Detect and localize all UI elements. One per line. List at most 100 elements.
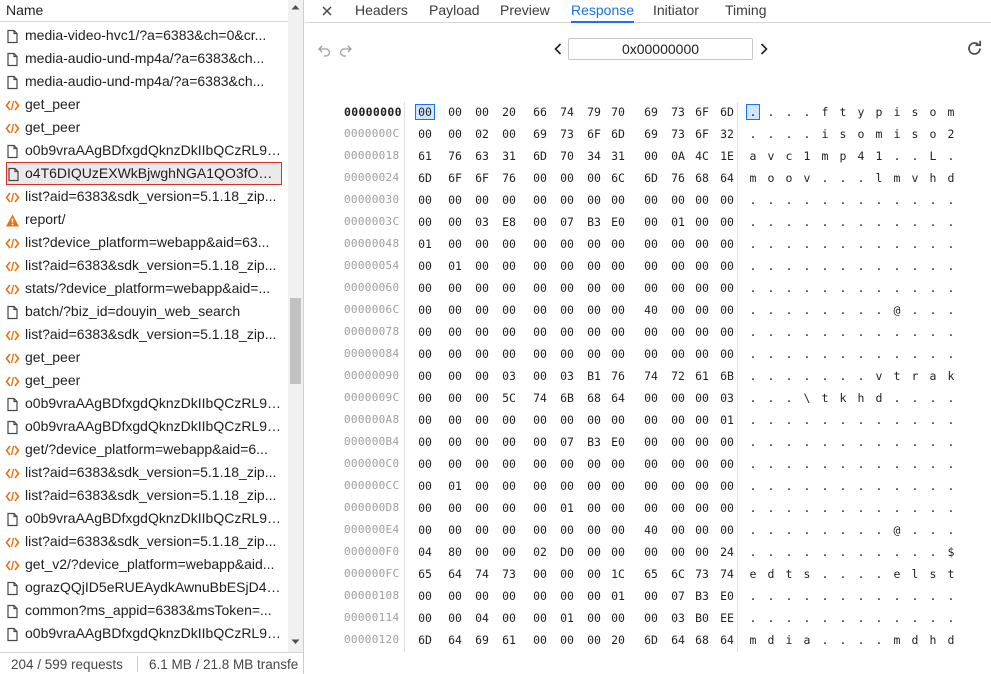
hex-byte[interactable]: 00	[669, 347, 687, 361]
ascii-char[interactable]: .	[873, 545, 885, 559]
ascii-char[interactable]: .	[891, 215, 903, 229]
ascii-char[interactable]: .	[873, 281, 885, 295]
hex-byte[interactable]: 00	[609, 347, 627, 361]
hex-byte[interactable]: 00	[718, 479, 736, 493]
hex-byte[interactable]: 73	[558, 127, 576, 141]
ascii-char[interactable]: .	[747, 545, 759, 559]
hex-byte[interactable]: 00	[415, 104, 435, 120]
ascii-char[interactable]: .	[783, 303, 795, 317]
ascii-char[interactable]: .	[819, 171, 831, 185]
hex-byte[interactable]: 03	[718, 391, 736, 405]
ascii-char[interactable]: .	[891, 457, 903, 471]
ascii-char[interactable]: .	[891, 237, 903, 251]
scrollbar-thumb[interactable]	[290, 298, 301, 384]
hex-byte[interactable]: 00	[718, 259, 736, 273]
hex-byte[interactable]: 00	[642, 501, 660, 515]
hex-byte[interactable]: 01	[558, 501, 576, 515]
hex-byte[interactable]: 00	[642, 347, 660, 361]
ascii-char[interactable]: s	[801, 567, 813, 581]
hex-byte[interactable]: 00	[669, 281, 687, 295]
hex-byte[interactable]: 00	[531, 259, 549, 273]
ascii-char[interactable]: .	[891, 435, 903, 449]
ascii-char[interactable]: .	[945, 479, 957, 493]
ascii-char[interactable]: .	[945, 259, 957, 273]
ascii-char[interactable]: d	[909, 633, 921, 647]
hex-byte[interactable]: E8	[500, 215, 518, 229]
address-input[interactable]	[568, 38, 753, 60]
ascii-char[interactable]: .	[837, 545, 849, 559]
ascii-char[interactable]: .	[909, 193, 921, 207]
hex-byte[interactable]: 01	[416, 237, 434, 251]
ascii-char[interactable]: .	[819, 347, 831, 361]
hex-byte[interactable]: 00	[585, 413, 603, 427]
request-row[interactable]: o4T6DIQUzEXWkBjwghNGA1QO3fO1P...	[6, 162, 282, 185]
ascii-char[interactable]: d	[945, 171, 957, 185]
ascii-char[interactable]: .	[765, 193, 777, 207]
hex-byte[interactable]: 00	[416, 325, 434, 339]
ascii-char[interactable]: m	[747, 171, 759, 185]
ascii-char[interactable]: .	[873, 215, 885, 229]
hex-byte[interactable]: 63	[473, 149, 491, 163]
ascii-char[interactable]: .	[945, 523, 957, 537]
hex-byte[interactable]: 00	[669, 303, 687, 317]
hex-byte[interactable]: 00	[585, 171, 603, 185]
hex-byte[interactable]: 6D	[531, 149, 549, 163]
ascii-char[interactable]: .	[891, 281, 903, 295]
hex-byte[interactable]: 00	[642, 237, 660, 251]
ascii-char[interactable]: .	[927, 435, 939, 449]
ascii-char[interactable]: .	[909, 281, 921, 295]
ascii-char[interactable]: .	[873, 193, 885, 207]
request-row[interactable]: o0b9vraAAgBDfxgdQknzDkIIbQCzRL9y...	[0, 392, 288, 415]
request-row[interactable]: list?aid=6383&sdk_version=5.1.18_zip...	[0, 530, 288, 553]
close-icon[interactable]	[319, 3, 335, 19]
hex-byte[interactable]: 00	[446, 457, 464, 471]
hex-byte[interactable]: 00	[558, 589, 576, 603]
hex-byte[interactable]: 02	[473, 127, 491, 141]
ascii-char[interactable]: s	[909, 127, 921, 141]
hex-byte[interactable]: 00	[531, 633, 549, 647]
hex-byte[interactable]: 00	[693, 303, 711, 317]
tab-preview[interactable]: Preview	[500, 0, 550, 23]
ascii-char[interactable]: \	[801, 391, 813, 405]
hex-byte[interactable]: 00	[446, 413, 464, 427]
hex-byte[interactable]: 00	[416, 303, 434, 317]
ascii-char[interactable]: .	[873, 325, 885, 339]
ascii-char[interactable]: .	[801, 325, 813, 339]
request-row[interactable]: o0b9vraAAgBDfxgdQknzDkIIbQCzRL9y...	[0, 139, 288, 162]
ascii-char[interactable]: .	[765, 457, 777, 471]
ascii-char[interactable]: 1	[873, 149, 885, 163]
ascii-char[interactable]: .	[855, 347, 867, 361]
hex-byte[interactable]: 00	[693, 523, 711, 537]
hex-byte[interactable]: 00	[669, 479, 687, 493]
ascii-char[interactable]: m	[891, 171, 903, 185]
hex-byte[interactable]: 00	[446, 215, 464, 229]
hex-byte[interactable]: 6F	[446, 171, 464, 185]
hex-byte[interactable]: 00	[693, 545, 711, 559]
ascii-char[interactable]: .	[873, 237, 885, 251]
hex-byte[interactable]: 61	[693, 369, 711, 383]
ascii-char[interactable]: .	[783, 479, 795, 493]
hex-byte[interactable]: 00	[585, 347, 603, 361]
ascii-char[interactable]: .	[909, 303, 921, 317]
hex-byte[interactable]: 32	[718, 127, 736, 141]
ascii-char[interactable]: .	[765, 281, 777, 295]
ascii-char[interactable]: .	[855, 171, 867, 185]
hex-byte[interactable]: 00	[473, 589, 491, 603]
ascii-char[interactable]: .	[945, 611, 957, 625]
ascii-char[interactable]: .	[873, 435, 885, 449]
ascii-char[interactable]: .	[945, 281, 957, 295]
ascii-char[interactable]: .	[819, 369, 831, 383]
ascii-char[interactable]: .	[927, 215, 939, 229]
hex-byte[interactable]: 00	[693, 457, 711, 471]
ascii-char[interactable]: .	[765, 391, 777, 405]
hex-byte[interactable]: 00	[693, 501, 711, 515]
ascii-char[interactable]: .	[945, 325, 957, 339]
hex-byte[interactable]: 00	[416, 523, 434, 537]
ascii-char[interactable]: .	[747, 611, 759, 625]
ascii-char[interactable]: .	[783, 347, 795, 361]
ascii-char[interactable]: l	[873, 171, 885, 185]
ascii-char[interactable]: .	[837, 567, 849, 581]
ascii-char[interactable]: .	[873, 523, 885, 537]
ascii-char[interactable]: .	[783, 435, 795, 449]
ascii-char[interactable]: a	[801, 633, 813, 647]
